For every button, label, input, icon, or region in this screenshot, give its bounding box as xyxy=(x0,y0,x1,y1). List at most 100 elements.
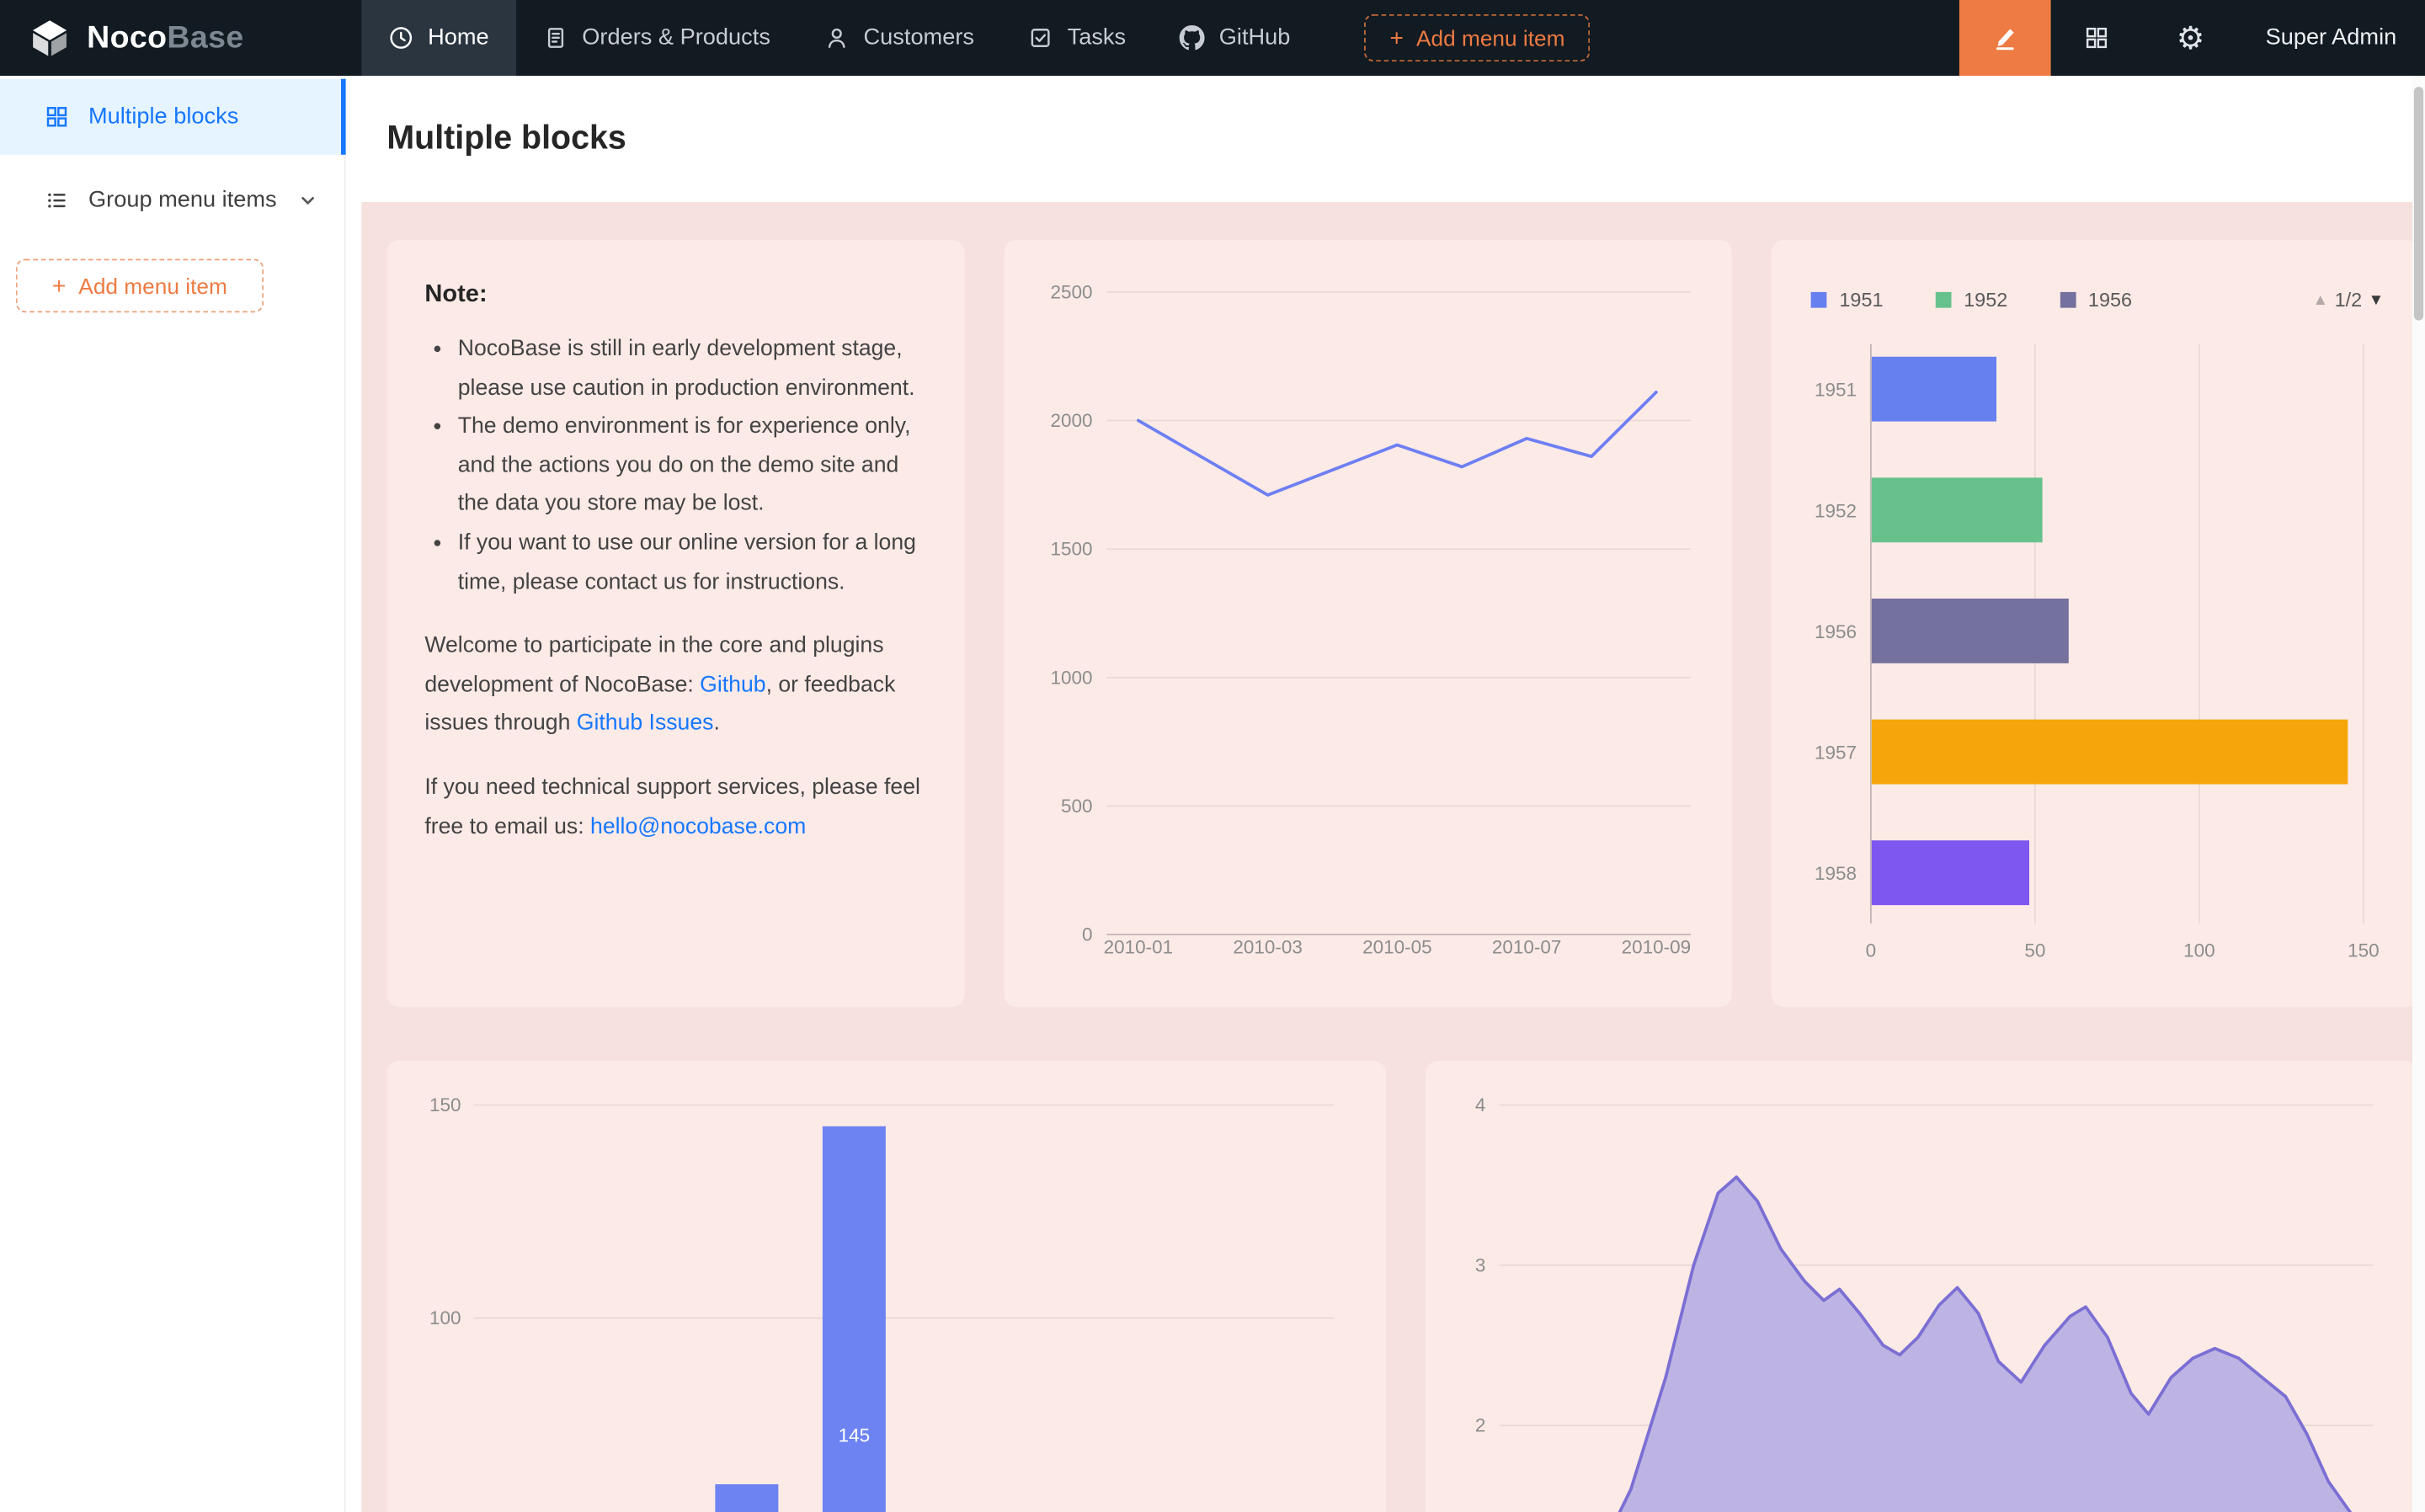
nav-tab-customers[interactable]: Customers xyxy=(797,0,1001,76)
legend-item-1952[interactable]: 1952 xyxy=(1935,289,2007,311)
bar-chart-block: 150100505261145 xyxy=(386,1061,1386,1512)
plus-icon xyxy=(52,273,66,298)
horizontal-bar-chart: 05010015019511952195619571958 xyxy=(1772,240,2419,1007)
legend-label: 1951 xyxy=(1839,289,1883,311)
nav-tab-orders-products[interactable]: Orders & Products xyxy=(516,0,797,76)
add-menu-item-label: Add menu item xyxy=(1416,25,1565,51)
sidebar-add-menu-item: Add menu item xyxy=(16,259,344,313)
email-link[interactable]: hello@nocobase.com xyxy=(590,814,806,839)
blocks-row-2: 150100505261145 432 xyxy=(386,1061,2418,1512)
svg-text:1958: 1958 xyxy=(1815,863,1857,884)
note-bullet: NocoBase is still in early development s… xyxy=(458,330,927,407)
sidebar-item-label: Multiple blocks xyxy=(88,104,238,130)
svg-text:2500: 2500 xyxy=(1050,281,1092,302)
svg-text:2010-07: 2010-07 xyxy=(1492,937,1562,958)
grid-icon xyxy=(2085,25,2110,51)
legend-pagination: ▲ 1/2 ▼ xyxy=(2312,289,2384,311)
svg-text:1956: 1956 xyxy=(1815,621,1857,642)
app-root: NocoBase Home Orders & Products Customer… xyxy=(0,0,2425,1512)
svg-text:1500: 1500 xyxy=(1050,539,1092,560)
legend-marker xyxy=(1811,292,1827,308)
plugin-manager-button[interactable] xyxy=(2051,0,2145,76)
blocks-row-1: Note: NocoBase is still in early develop… xyxy=(386,240,2418,1007)
plus-icon xyxy=(1390,25,1404,51)
sidebar: Multiple blocks Group menu items Add men… xyxy=(0,76,346,1512)
home-icon xyxy=(388,25,413,51)
nav-tab-label: Customers xyxy=(864,25,974,51)
add-menu-item-button[interactable]: Add menu item xyxy=(1365,14,1591,61)
nav-tab-label: GitHub xyxy=(1219,25,1291,51)
user-menu[interactable]: Super Admin xyxy=(2237,0,2425,76)
horizontal-bar-chart-block: 195119521956▲1/2▼ 0501001501951195219561… xyxy=(1772,240,2419,1007)
line-chart-block: 050010001500200025002010-012010-032010-0… xyxy=(1005,240,1732,1007)
svg-text:150: 150 xyxy=(2348,940,2380,961)
nav-tab-label: Orders & Products xyxy=(582,25,770,51)
github-link[interactable]: Github xyxy=(700,672,765,697)
svg-text:2010-05: 2010-05 xyxy=(1362,937,1432,958)
top-navbar: NocoBase Home Orders & Products Customer… xyxy=(0,0,2425,76)
note-bullet: The demo environment is for experience o… xyxy=(458,407,927,524)
main-area: Multiple blocks Note: NocoBase is still … xyxy=(346,76,2425,1512)
legend-page-up-icon[interactable]: ▲ xyxy=(2312,291,2328,309)
legend-label: 1956 xyxy=(2088,289,2132,311)
nav-tab-label: Home xyxy=(428,25,489,51)
svg-text:100: 100 xyxy=(429,1307,461,1328)
page-header: Multiple blocks xyxy=(346,76,2425,202)
nocobase-logo[interactable]: NocoBase xyxy=(0,0,361,76)
svg-text:2000: 2000 xyxy=(1050,410,1092,431)
nav-tab-label: Tasks xyxy=(1068,25,1127,51)
logo-text: NocoBase xyxy=(87,19,243,56)
area-chart: 4 3 2 xyxy=(1426,1061,2417,1512)
svg-text:2010-01: 2010-01 xyxy=(1104,937,1174,958)
legend-marker xyxy=(2060,292,2076,308)
gear-icon xyxy=(2177,19,2205,58)
add-menu-item-label: Add menu item xyxy=(78,273,227,298)
sidebar-item-multiple-blocks[interactable]: Multiple blocks xyxy=(0,79,344,155)
nocobase-logo-icon xyxy=(29,17,72,60)
page-content: Note: NocoBase is still in early develop… xyxy=(361,202,2425,1512)
highlighter-icon xyxy=(1991,24,2019,52)
nav-tab-home[interactable]: Home xyxy=(361,0,515,76)
note-bullet: If you want to use our online version fo… xyxy=(458,524,927,601)
svg-text:3: 3 xyxy=(1475,1254,1486,1275)
github-icon xyxy=(1180,25,1205,51)
navbar-right: Super Admin xyxy=(1959,0,2425,76)
legend-page-down-icon[interactable]: ▼ xyxy=(2369,291,2385,309)
nav-tab-tasks[interactable]: Tasks xyxy=(1001,0,1153,76)
legend-page-number: 1/2 xyxy=(2335,289,2363,311)
svg-text:4: 4 xyxy=(1475,1094,1486,1115)
scrollbar-thumb[interactable] xyxy=(2414,87,2423,321)
svg-text:1957: 1957 xyxy=(1815,743,1857,764)
ui-editor-button[interactable] xyxy=(1959,0,2051,76)
note-bullet-list: NocoBase is still in early development s… xyxy=(424,330,926,602)
svg-text:1951: 1951 xyxy=(1815,380,1857,401)
note-text: . xyxy=(713,711,719,736)
bar-chart: 150100505261145 xyxy=(386,1061,1386,1512)
nav-tab-github[interactable]: GitHub xyxy=(1153,0,1317,76)
settings-button[interactable] xyxy=(2144,0,2237,76)
svg-text:1000: 1000 xyxy=(1050,667,1092,688)
chevron-down-icon xyxy=(299,191,318,210)
svg-text:2: 2 xyxy=(1475,1415,1486,1436)
note-paragraph-1: Welcome to participate in the core and p… xyxy=(424,627,926,743)
svg-text:100: 100 xyxy=(2183,940,2215,961)
receipt-icon xyxy=(542,25,568,51)
line-chart: 050010001500200025002010-012010-032010-0… xyxy=(1005,240,1732,1007)
page-title: Multiple blocks xyxy=(386,120,626,158)
chart-legend: 1951 1952 1956 ▲ 1/2 ▼ xyxy=(1811,289,2385,311)
sidebar-add-menu-item-button[interactable]: Add menu item xyxy=(16,259,264,313)
list-icon xyxy=(45,188,70,213)
sidebar-item-group-menu-items[interactable]: Group menu items xyxy=(0,162,344,238)
svg-text:150: 150 xyxy=(429,1094,461,1115)
check-square-icon xyxy=(1028,25,1053,51)
main-nav: Home Orders & Products Customers Tasks xyxy=(361,0,1590,76)
svg-text:2010-03: 2010-03 xyxy=(1233,937,1303,958)
legend-item-1951[interactable]: 1951 xyxy=(1811,289,1884,311)
person-icon xyxy=(824,25,850,51)
note-block: Note: NocoBase is still in early develop… xyxy=(386,240,964,1007)
github-issues-link[interactable]: Github Issues xyxy=(577,711,714,736)
blocks-grid-icon xyxy=(45,104,70,130)
svg-text:145: 145 xyxy=(839,1424,871,1445)
note-title: Note: xyxy=(424,281,926,310)
legend-item-1956[interactable]: 1956 xyxy=(2060,289,2132,311)
